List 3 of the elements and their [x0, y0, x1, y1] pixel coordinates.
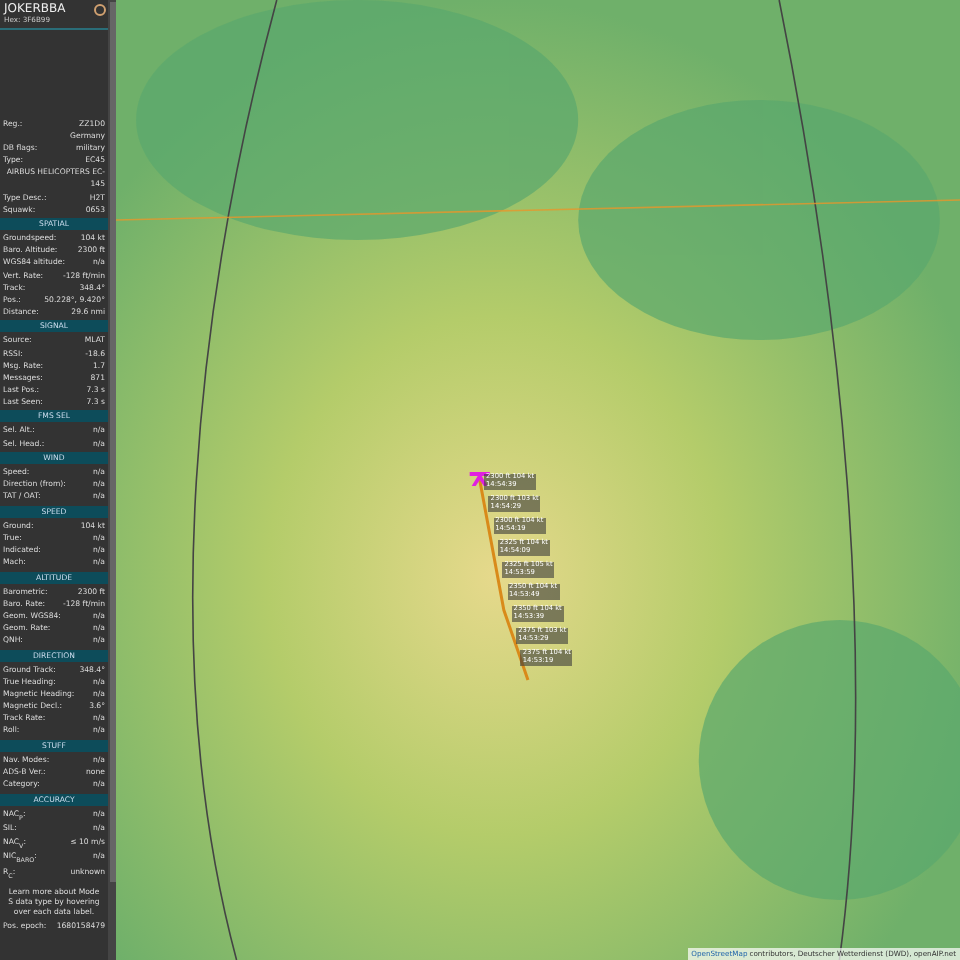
helicopter-icon[interactable] — [469, 472, 490, 486]
scrollbar[interactable] — [108, 0, 116, 960]
close-icon[interactable] — [94, 4, 106, 16]
